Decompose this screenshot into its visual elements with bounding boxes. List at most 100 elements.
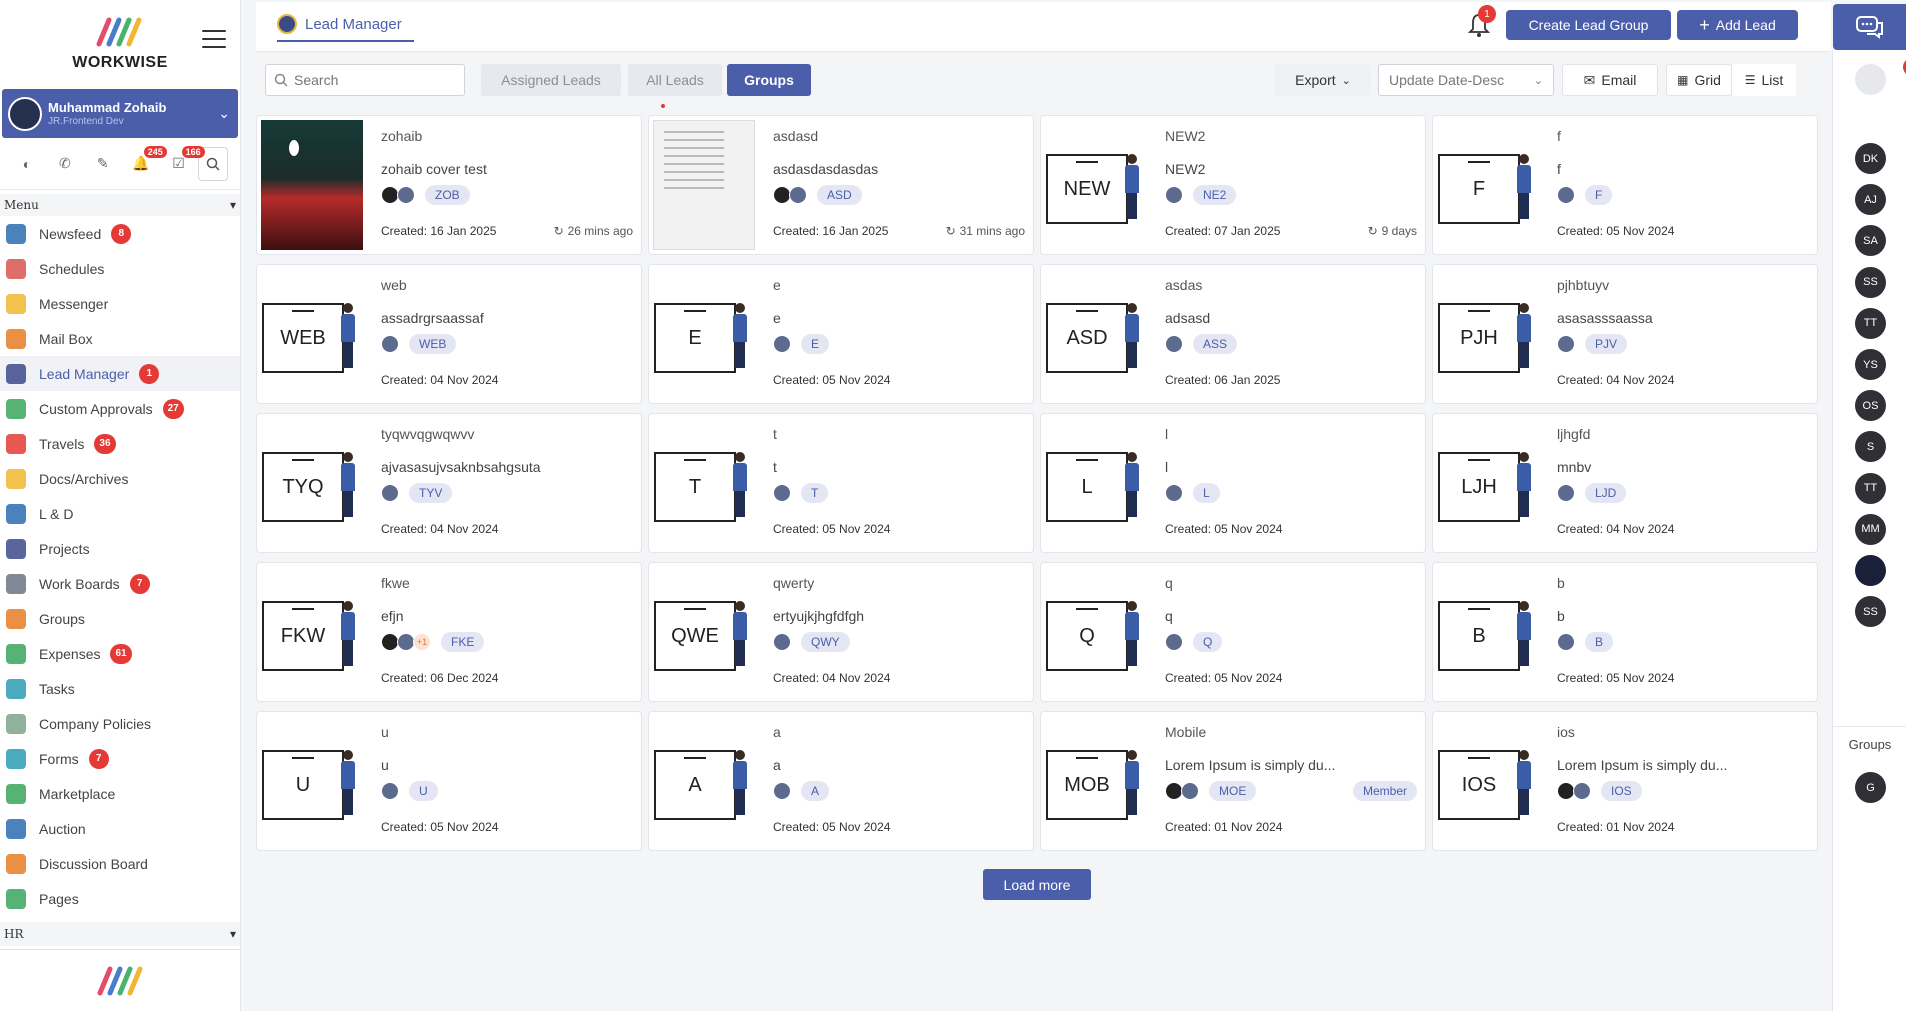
search-input[interactable] [294, 72, 454, 88]
sidebar-item-forms[interactable]: Forms 7 [0, 741, 240, 776]
lead-group-card[interactable]: Qq q Q Created: 05 Nov 2024 [1040, 562, 1426, 702]
approvals-check-icon[interactable]: ☑ 166 [160, 144, 205, 184]
member-avatar[interactable] [1165, 335, 1183, 353]
workwise-logo-icon [97, 966, 142, 995]
user-profile-card[interactable]: Muhammad Zohaib JR.Frontend Dev ⌄ [2, 89, 238, 138]
contact-avatar[interactable]: TT [1855, 472, 1886, 504]
notification-bell-icon[interactable]: 🔔 245 [122, 144, 167, 184]
member-avatar[interactable] [1165, 633, 1183, 651]
sidebar-item-travels[interactable]: Travels 36 [0, 426, 240, 461]
member-avatar[interactable] [1557, 186, 1575, 204]
contact-avatar[interactable]: SS [1855, 266, 1886, 298]
sidebar-item-work-boards[interactable]: Work Boards 7 [0, 566, 240, 601]
sidebar-item-tasks[interactable]: Tasks [0, 671, 240, 706]
member-avatar[interactable] [1573, 782, 1591, 800]
member-avatar[interactable] [1165, 186, 1183, 204]
contact-avatar[interactable]: SS [1855, 596, 1886, 628]
sidebar-item-marketplace[interactable]: Marketplace [0, 776, 240, 811]
member-avatar[interactable] [773, 633, 791, 651]
sidebar-item-lead-manager[interactable]: Lead Manager 1 [0, 356, 240, 391]
page-title-tab[interactable]: Lead Manager [277, 14, 402, 34]
tab-groups[interactable]: Groups [727, 64, 811, 96]
sidebar-item-projects[interactable]: Projects [0, 531, 240, 566]
sidebar-item-groups[interactable]: Groups [0, 601, 240, 636]
chat-toggle-button[interactable] [1833, 4, 1906, 50]
theme-toggle-icon[interactable]: ◐ [8, 144, 46, 184]
lead-group-card[interactable]: TYQ tyqwvqgwqwvv ajvasasujvsaknbsahgsuta TY… [256, 413, 642, 553]
contact-avatar[interactable]: DK [1855, 143, 1886, 174]
lead-group-card[interactable]: ASD asdas adsasd ASS Created: 06 Jan 2025 [1040, 264, 1426, 404]
menu-section-header[interactable]: Menu ▾ [0, 194, 240, 216]
contact-avatar[interactable]: SA [1855, 225, 1886, 257]
lead-group-card[interactable]: MOB Mobile Lorem Ipsum is simply du... MOE M… [1040, 711, 1426, 851]
search-box[interactable] [265, 64, 465, 96]
tab-assigned-leads[interactable]: Assigned Leads [481, 64, 621, 96]
sidebar-item-schedules[interactable]: Schedules [0, 251, 240, 286]
lead-group-card[interactable]: Bb b B Created: 05 Nov 2024 [1432, 562, 1818, 702]
sidebar-item-mail-box[interactable]: Mail Box [0, 321, 240, 356]
lead-group-card[interactable]: Uu u U Created: 05 Nov 2024 [256, 711, 642, 851]
lead-group-card[interactable]: LJH ljhgfd mnbv LJD Created: 04 Nov 2024 [1432, 413, 1818, 553]
sidebar-item-auction[interactable]: Auction [0, 811, 240, 846]
contact-avatar[interactable]: AJ [1855, 184, 1886, 216]
member-avatar[interactable] [1165, 484, 1183, 502]
hr-section-header[interactable]: HR ▾ [0, 922, 240, 946]
create-lead-group-button[interactable]: Create Lead Group [1506, 10, 1671, 40]
tab-all-leads[interactable]: All Leads [628, 64, 722, 96]
created-date: Created: 05 Nov 2024 [773, 820, 891, 834]
member-avatar[interactable] [789, 186, 807, 204]
current-user-avatar[interactable]: 2 [1855, 58, 1906, 95]
hamburger-menu-icon[interactable] [202, 30, 226, 48]
grid-view-button[interactable]: ▦ Grid [1666, 64, 1732, 96]
compose-icon[interactable]: ✎ [84, 144, 122, 184]
contact-avatar[interactable]: YS [1855, 349, 1886, 380]
phone-icon[interactable]: ✆ [46, 144, 84, 184]
sidebar-item-docs-archives[interactable]: Docs/Archives [0, 461, 240, 496]
member-avatar[interactable] [773, 484, 791, 502]
lead-group-card[interactable]: QWE qwerty ertyujkjhgfdfgh QWY Created: 04 N… [648, 562, 1034, 702]
sidebar-item-discussion-board[interactable]: Discussion Board [0, 846, 240, 881]
contact-avatar[interactable]: OS [1855, 390, 1886, 422]
lead-group-card[interactable]: zohaib zohaib cover test ZOB Created: 16 Ja… [256, 115, 642, 255]
contact-avatar[interactable] [1855, 555, 1886, 586]
load-more-button[interactable]: Load more [983, 869, 1091, 900]
member-avatar[interactable] [1557, 484, 1575, 502]
sidebar-item-newsfeed[interactable]: Newsfeed 8 [0, 216, 240, 251]
more-members-avatar[interactable]: +1 [413, 633, 431, 651]
lead-group-card[interactable]: WEB web assadrgrsaassaf WEB Created: 04 Nov … [256, 264, 642, 404]
sidebar-item-pages[interactable]: Pages [0, 881, 240, 916]
sidebar-item-expenses[interactable]: Expenses 61 [0, 636, 240, 671]
member-avatar[interactable] [381, 782, 399, 800]
lead-group-card[interactable]: NEW NEW2 NEW2 NE2 Created: 07 Jan 2025 ↻ 9 day… [1040, 115, 1426, 255]
sidebar-item-company-policies[interactable]: Company Policies [0, 706, 240, 741]
group-avatar[interactable]: G [1855, 772, 1886, 803]
lead-group-card[interactable]: FKW fkwe efjn +1 FKE Created: 06 Dec 2024 [256, 562, 642, 702]
sidebar-item-custom-approvals[interactable]: Custom Approvals 27 [0, 391, 240, 426]
lead-group-card[interactable]: Tt t T Created: 05 Nov 2024 [648, 413, 1034, 553]
email-button[interactable]: ✉ Email [1562, 64, 1658, 96]
lead-group-card[interactable]: IOS ios Lorem Ipsum is simply du... IOS Crea… [1432, 711, 1818, 851]
list-view-button[interactable]: ☰ List [1732, 64, 1796, 96]
lead-group-card[interactable]: Ll l L Created: 05 Nov 2024 [1040, 413, 1426, 553]
contact-avatar[interactable]: S [1855, 431, 1886, 463]
member-avatar[interactable] [381, 484, 399, 502]
lead-group-card[interactable]: Ee e E Created: 05 Nov 2024 [648, 264, 1034, 404]
sidebar-item-l-d[interactable]: L & D [0, 496, 240, 531]
contact-avatar[interactable]: TT [1855, 307, 1886, 339]
member-avatar[interactable] [1557, 335, 1575, 353]
sidebar-item-messenger[interactable]: Messenger [0, 286, 240, 321]
member-avatar[interactable] [397, 186, 415, 204]
sort-select[interactable]: Update Date-Desc ⌄ [1378, 64, 1554, 96]
lead-group-card[interactable]: Ff f F Created: 05 Nov 2024 [1432, 115, 1818, 255]
member-avatar[interactable] [1181, 782, 1199, 800]
lead-group-card[interactable]: Aa a A Created: 05 Nov 2024 [648, 711, 1034, 851]
contact-avatar[interactable]: MM [1855, 513, 1886, 545]
member-avatar[interactable] [773, 782, 791, 800]
member-avatar[interactable] [381, 335, 399, 353]
export-button[interactable]: Export ⌄ [1275, 64, 1371, 96]
add-lead-button[interactable]: + Add Lead [1677, 10, 1798, 40]
lead-group-card[interactable]: PJH pjhbtuyv asasasssaassa PJV Created: 04 N… [1432, 264, 1818, 404]
member-avatar[interactable] [1557, 633, 1575, 651]
lead-group-card[interactable]: asdasd asdasdasdasdas ASD Created: 16 Jan 2… [648, 115, 1034, 255]
member-avatar[interactable] [773, 335, 791, 353]
